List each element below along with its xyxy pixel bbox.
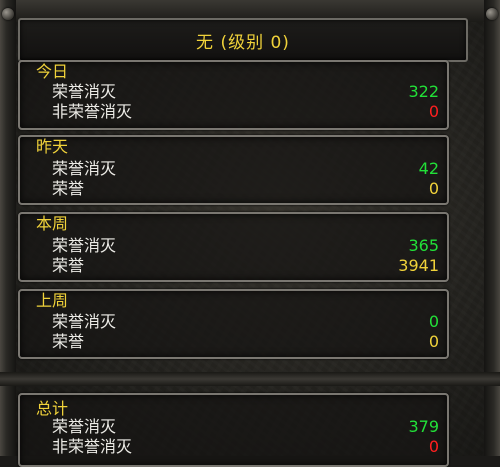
stat-row: 荣誉消灭 379 xyxy=(52,417,439,437)
stat-row: 荣誉消灭 365 xyxy=(52,236,439,256)
stat-value: 0 xyxy=(428,437,439,456)
stat-row: 非荣誉消灭 0 xyxy=(52,437,439,457)
stat-label: 荣誉消灭 xyxy=(52,236,117,255)
stat-value: 0 xyxy=(428,312,439,331)
rank-title: 无 (级别 0) xyxy=(196,32,290,53)
stat-label: 荣誉消灭 xyxy=(52,312,117,331)
stat-value: 0 xyxy=(428,332,439,351)
stat-row: 荣誉 0 xyxy=(52,179,439,199)
section-last-week: 上周 荣誉消灭 0 荣誉 0 xyxy=(18,289,449,359)
stat-value: 42 xyxy=(418,159,439,178)
stat-label: 荣誉消灭 xyxy=(52,417,117,436)
stat-label: 荣誉消灭 xyxy=(52,82,117,101)
stat-value: 365 xyxy=(408,236,439,255)
stat-label: 非荣誉消灭 xyxy=(52,102,133,121)
stat-row: 非荣誉消灭 0 xyxy=(52,102,439,122)
rivet-icon xyxy=(2,8,14,20)
stat-row: 荣誉消灭 322 xyxy=(52,82,439,102)
section-this-week: 本周 荣誉消灭 365 荣誉 3941 xyxy=(18,212,449,282)
stat-value: 379 xyxy=(408,417,439,436)
section-yesterday: 昨天 荣誉消灭 42 荣誉 0 xyxy=(18,135,449,205)
stat-label: 非荣誉消灭 xyxy=(52,437,133,456)
rivet-icon xyxy=(486,8,498,20)
stat-label: 荣誉 xyxy=(52,179,85,198)
stat-row: 荣誉 0 xyxy=(52,332,439,352)
section-title: 本周 xyxy=(36,214,69,233)
stat-row: 荣誉消灭 0 xyxy=(52,312,439,332)
section-title: 上周 xyxy=(36,291,69,310)
stat-row: 荣誉消灭 42 xyxy=(52,159,439,179)
section-title: 昨天 xyxy=(36,137,69,156)
section-title: 总计 xyxy=(36,399,69,418)
section-title: 今日 xyxy=(36,62,69,81)
frame-divider xyxy=(0,372,500,386)
stat-row: 荣誉 3941 xyxy=(52,256,439,276)
stat-value: 322 xyxy=(408,82,439,101)
stat-label: 荣誉 xyxy=(52,332,85,351)
section-today: 今日 荣誉消灭 322 非荣誉消灭 0 xyxy=(18,60,449,130)
stat-label: 荣誉消灭 xyxy=(52,159,117,178)
rank-header: 无 (级别 0) xyxy=(18,18,468,62)
window-left-frame xyxy=(0,0,16,456)
stat-label: 荣誉 xyxy=(52,256,85,275)
stat-value: 0 xyxy=(428,179,439,198)
window-right-frame xyxy=(484,0,500,456)
stat-value: 0 xyxy=(428,102,439,121)
stat-value: 3941 xyxy=(398,256,439,275)
